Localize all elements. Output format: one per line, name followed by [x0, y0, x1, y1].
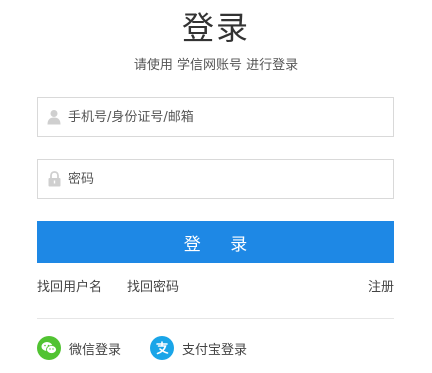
alipay-login-label: 支付宝登录	[182, 342, 248, 358]
username-input[interactable]	[68, 99, 393, 135]
login-button[interactable]: 登 录	[37, 221, 394, 263]
page-subtitle: 请使用 学信网账号 进行登录	[133, 58, 299, 73]
alipay-login-button[interactable]: 支付宝登录	[150, 335, 247, 361]
username-field[interactable]	[37, 97, 394, 137]
password-input[interactable]	[68, 161, 393, 197]
wechat-icon	[37, 336, 61, 360]
wechat-login-label: 微信登录	[69, 342, 122, 358]
recover-username-link[interactable]: 找回用户名	[37, 278, 102, 298]
alipay-icon	[150, 336, 174, 360]
recover-password-link[interactable]: 找回密码	[127, 278, 179, 298]
wechat-login-button[interactable]: 微信登录	[37, 335, 121, 361]
account-links: 找回用户名 找回密码 注册	[37, 278, 394, 298]
password-field[interactable]	[37, 159, 394, 199]
user-icon	[46, 108, 62, 126]
register-link[interactable]: 注册	[368, 278, 394, 298]
lock-icon	[46, 170, 62, 188]
page-title: 登录	[181, 9, 250, 47]
login-page: 登录 请使用 学信网账号 进行登录 登 录 找回用户名 找回密码 注册	[0, 0, 432, 373]
divider	[37, 318, 394, 319]
